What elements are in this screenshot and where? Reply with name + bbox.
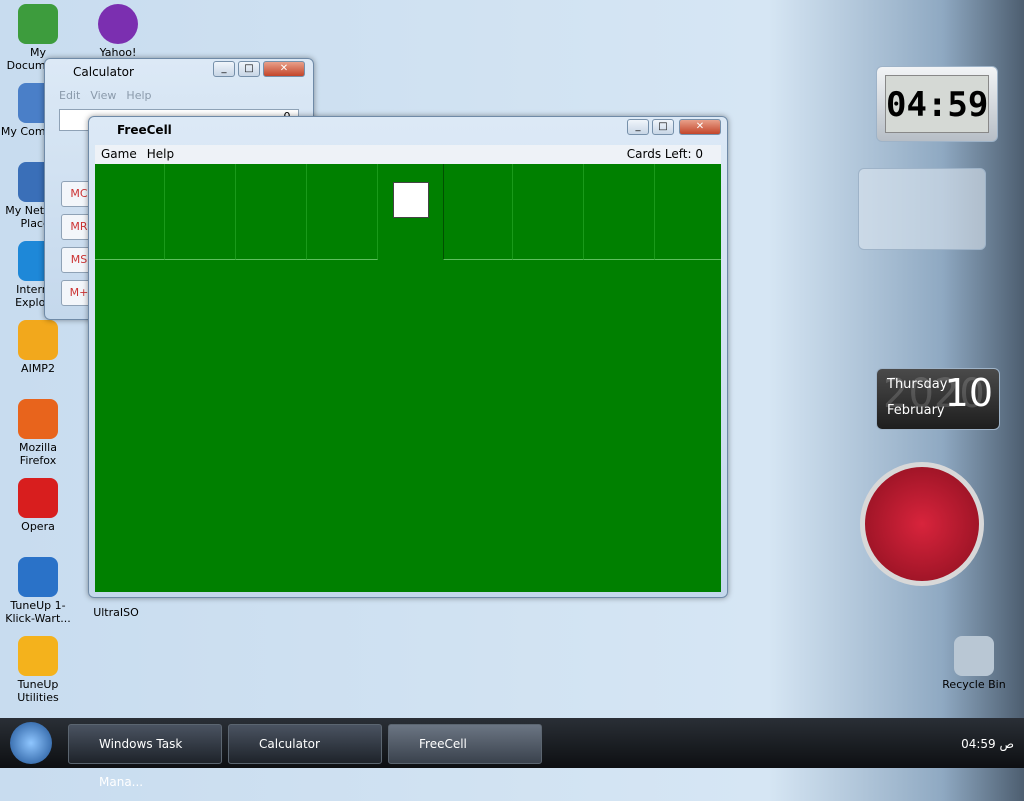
game-felt[interactable] xyxy=(95,164,721,592)
desktop-shortcut[interactable]: TuneUp 1-Klick-Wart... xyxy=(0,557,76,625)
calc-menu-edit[interactable]: Edit xyxy=(59,89,80,102)
yahoo-icon xyxy=(98,4,138,44)
taskbar-task-manager[interactable]: Windows Task Mana... xyxy=(68,724,222,789)
home-cell[interactable] xyxy=(443,164,513,260)
fc-menu-game[interactable]: Game xyxy=(101,147,137,161)
king-face[interactable] xyxy=(393,182,429,218)
free-cell[interactable] xyxy=(307,164,378,260)
calc-menu-help[interactable]: Help xyxy=(126,89,151,102)
calc-maximize-button[interactable]: □ xyxy=(238,61,260,77)
opera-icon xyxy=(18,478,58,518)
home-cell[interactable] xyxy=(655,164,721,260)
digital-clock-gadget[interactable]: 04:59 xyxy=(876,66,998,142)
calc-menu: Edit View Help xyxy=(45,85,313,106)
free-cell[interactable] xyxy=(236,164,307,260)
taskbar-calculator[interactable]: Calculator xyxy=(228,724,382,764)
tray-clock[interactable]: 04:59 xyxy=(961,737,996,751)
cards-left-label: Cards Left: 0 xyxy=(626,147,703,161)
calendar-date: 10 xyxy=(944,371,993,415)
calendar-month: February xyxy=(887,403,945,418)
fc-maximize-button[interactable]: □ xyxy=(652,119,674,135)
desktop-shortcut[interactable]: Opera xyxy=(0,478,76,533)
desktop-shortcut[interactable]: AIMP2 xyxy=(0,320,76,375)
firefox-icon xyxy=(18,399,58,439)
fc-menu-help[interactable]: Help xyxy=(147,147,174,161)
desktop-shortcut[interactable]: Mozilla Firefox xyxy=(0,399,76,467)
fc-close-button[interactable]: ✕ xyxy=(679,119,721,135)
free-cell[interactable] xyxy=(165,164,236,260)
recycle-bin-icon[interactable]: Recycle Bin xyxy=(936,636,1012,691)
free-cell[interactable] xyxy=(95,164,165,260)
folder-icon xyxy=(18,4,58,44)
system-tray: 04:59 ص xyxy=(961,737,1014,751)
home-cell[interactable] xyxy=(584,164,655,260)
ultraiso-shortcut[interactable]: UltraISO xyxy=(78,606,154,619)
calendar-day: Thursday xyxy=(887,377,948,392)
home-cell[interactable] xyxy=(513,164,584,260)
freecell-window[interactable]: FreeCell _ □ ✕ Game Help Cards Left: 0 xyxy=(88,116,728,598)
aimp-icon xyxy=(18,320,58,360)
calc-close-button[interactable]: ✕ xyxy=(263,61,305,77)
calendar-gadget[interactable]: 2020 Thursday February 10 xyxy=(876,368,1000,430)
fc-menubar: Game Help Cards Left: 0 xyxy=(95,145,721,164)
yahoo-icon-label[interactable]: Yahoo! xyxy=(80,4,156,59)
tuneup-utilities-icon xyxy=(18,636,58,676)
desktop-shortcut[interactable]: TuneUp Utilities xyxy=(0,636,76,704)
calc-menu-view[interactable]: View xyxy=(90,89,116,102)
taskbar-freecell[interactable]: FreeCell xyxy=(388,724,542,764)
calc-minimize-button[interactable]: _ xyxy=(213,61,235,77)
analog-clock-gadget[interactable] xyxy=(860,462,984,586)
tuneup-icon xyxy=(18,557,58,597)
quick-launch-gadget[interactable] xyxy=(858,168,986,250)
digital-clock-readout: 04:59 xyxy=(885,75,989,133)
start-button[interactable] xyxy=(10,722,52,764)
fc-minimize-button[interactable]: _ xyxy=(627,119,649,135)
